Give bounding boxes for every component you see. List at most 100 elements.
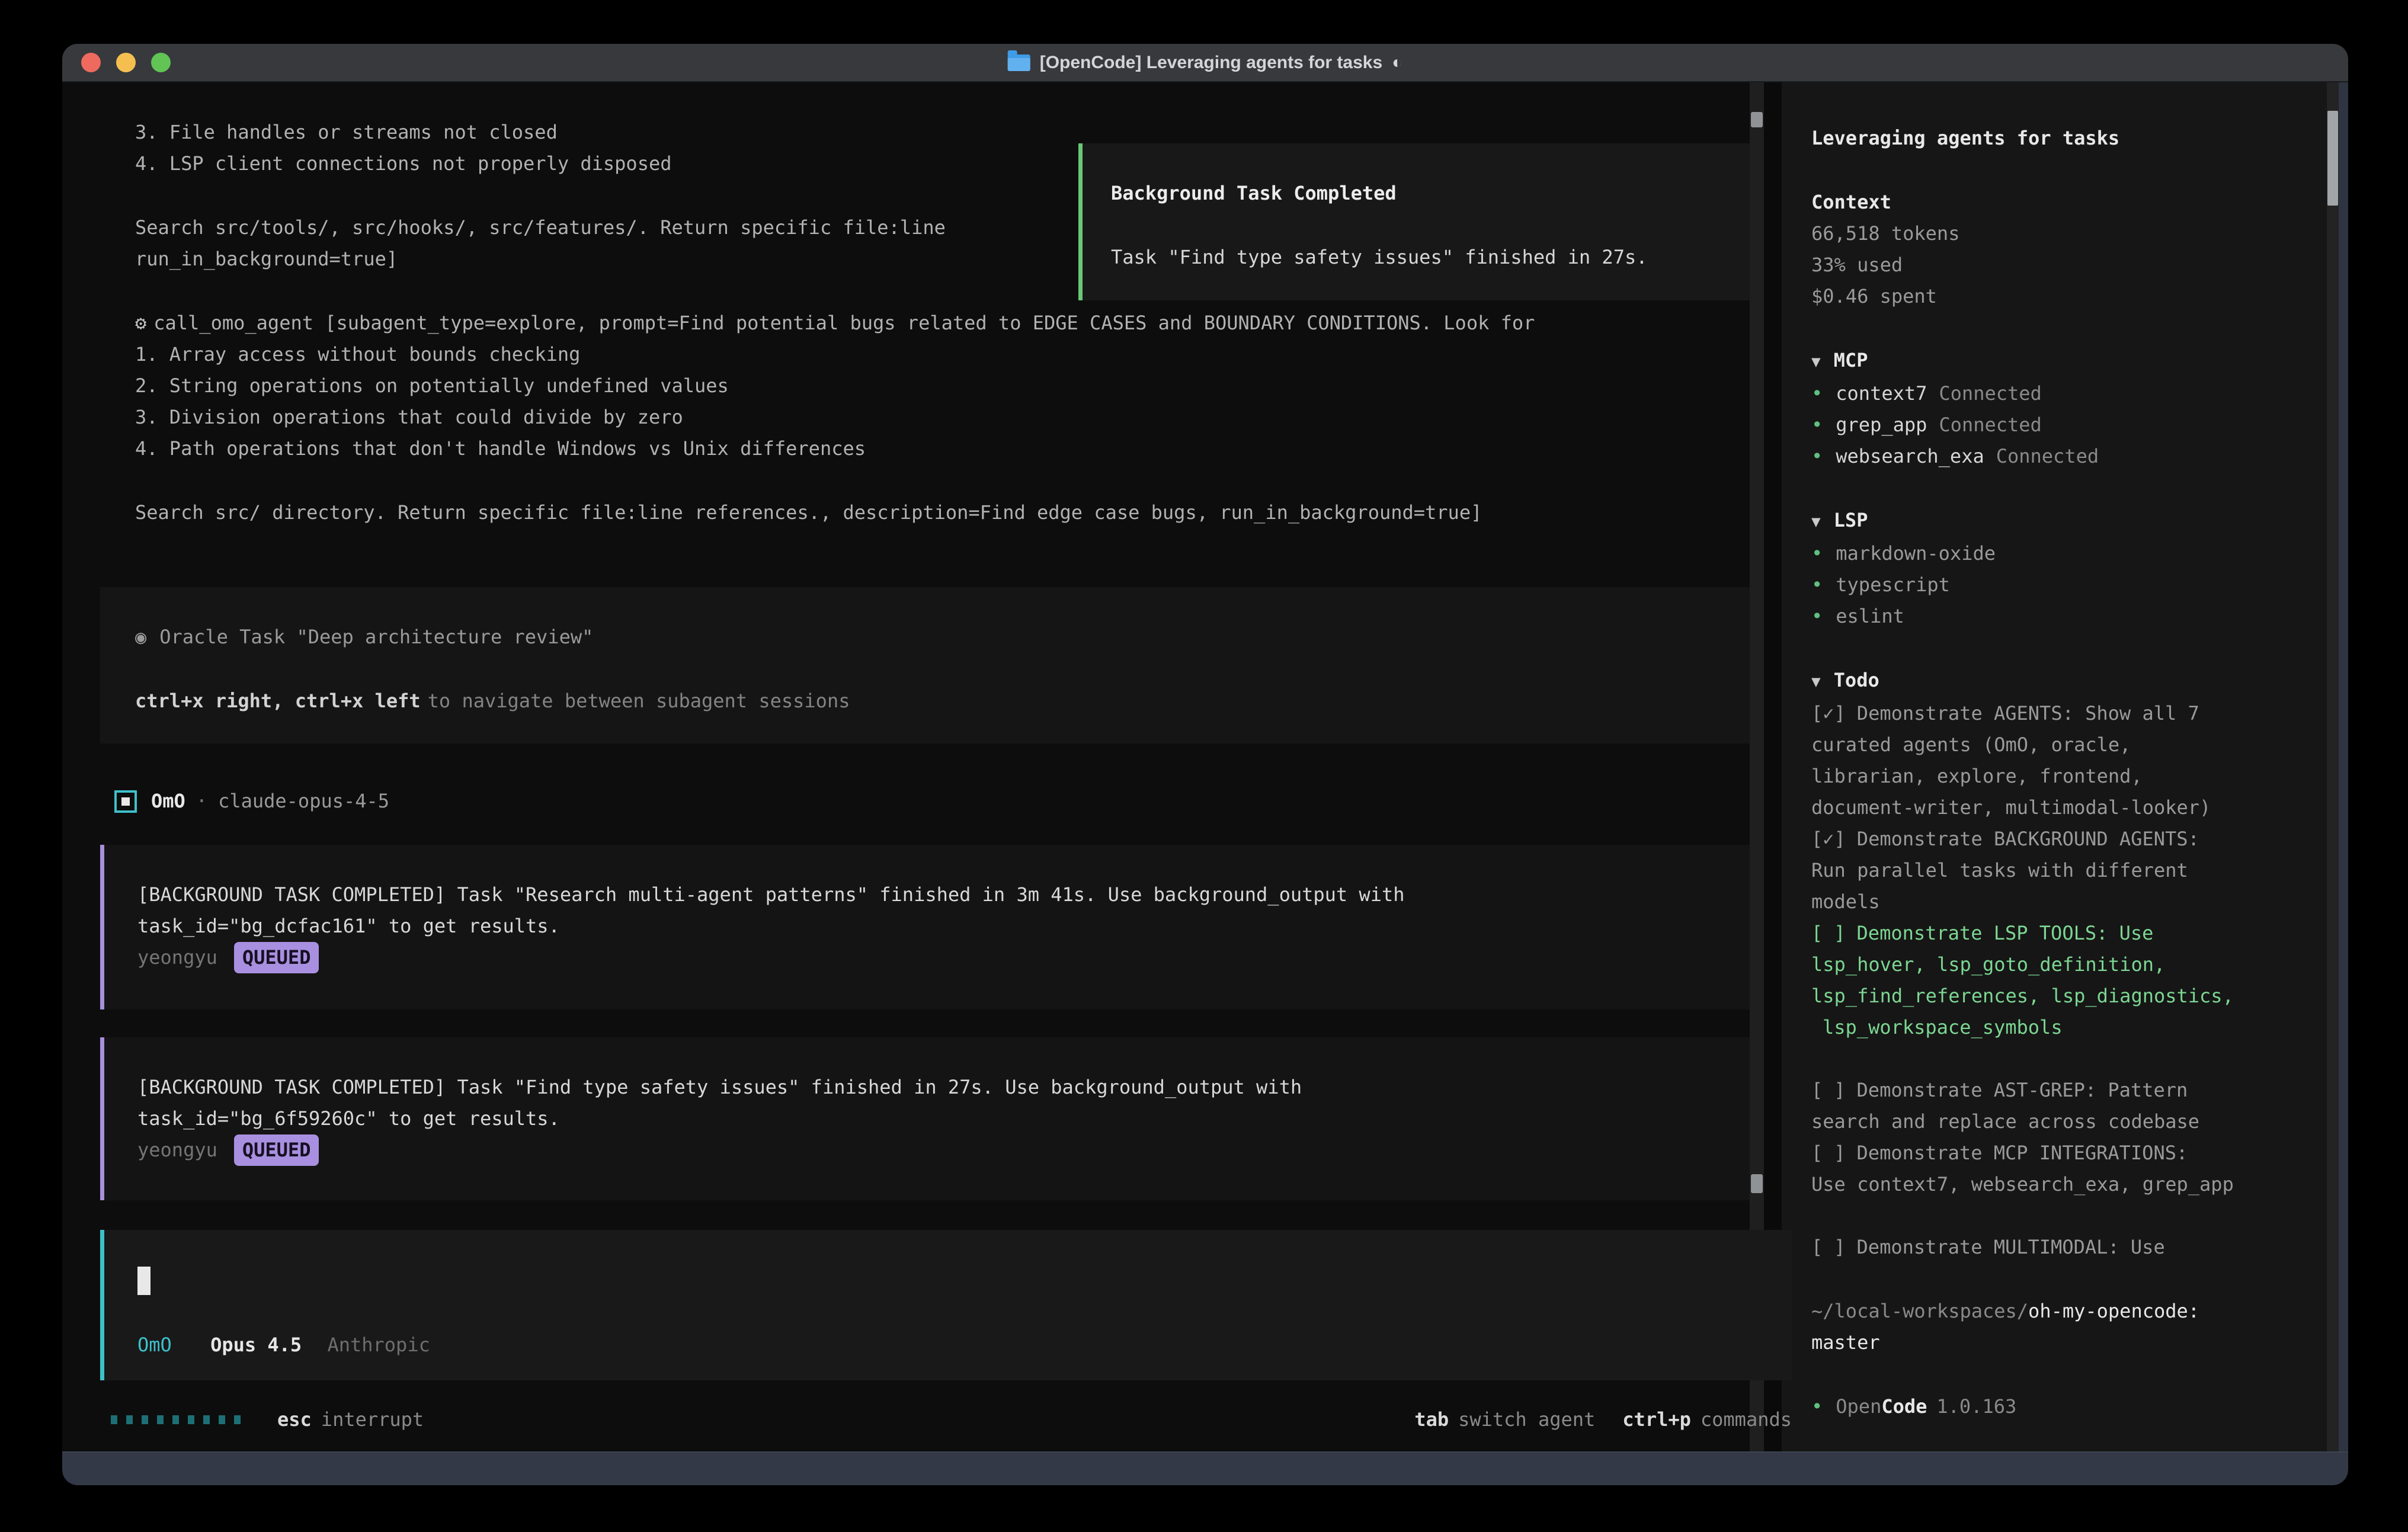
background-task-notification: Background Task Completed Task "Find typ… [1078,143,1750,300]
sidebar-scrollbar-thumb[interactable] [2327,111,2338,206]
queued-message: [BACKGROUND TASK COMPLETED] Task "Find t… [100,1037,1750,1200]
context-spent: $0.46 spent [1811,281,2317,312]
tool-call-item: 3. Division operations that could divide… [135,402,1750,433]
todo-item-line: Use context7, websearch_exa, grep_app [1811,1169,2317,1200]
todo-item-line: models [1811,886,2317,918]
hint-keys: ctrl+x right, ctrl+x left [135,690,421,712]
todo-item-line: curated agents (OmO, oracle, [1811,729,2317,761]
prompt-input[interactable]: OmO Opus 4.5 Anthropic [100,1230,1792,1380]
window-right-edge [2339,82,2348,1451]
workspace-path: ~/local-workspaces/oh-my-opencode: [1811,1296,2317,1327]
scrollbar-thumb-top[interactable] [1751,112,1763,127]
queued-message-line: task_id="bg_dcfac161" to get results. [137,911,1750,942]
titlebar: [OpenCode] Leveraging agents for tasks ◐ [62,44,2348,82]
esc-key-label: interrupt [321,1404,424,1435]
notification-body: Task "Find type safety issues" finished … [1111,242,1750,273]
queued-message: [BACKGROUND TASK COMPLETED] Task "Resear… [100,845,1750,1009]
chevron-down-icon: ▼ [1811,353,1821,371]
ctrlp-key-label: commands [1701,1404,1792,1435]
todo-item-pending: []Demonstrate AST-GREP: Pattern [1811,1075,2317,1106]
agent-icon [114,790,137,813]
mcp-item: •websearch_exaConnected [1811,441,2317,472]
check-icon: ✓ [1823,828,1834,850]
todo-item-line: search and replace across codebase [1811,1106,2317,1137]
active-agent[interactable]: OmO [137,1334,172,1356]
todo-item-current: []Demonstrate LSP TOOLS: Use [1811,918,2317,949]
maximize-button[interactable] [151,53,171,72]
todo-item-pending: []Demonstrate MULTIMODAL: Use [1811,1232,2317,1263]
agent-name: OmO [151,786,185,817]
queued-message-footer: yeongyu QUEUED [137,942,1750,973]
tool-call-line: ⚙ call_omo_agent [subagent_type=explore, … [135,307,1750,339]
queued-message-line: [BACKGROUND TASK COMPLETED] Task "Find t… [137,1072,1750,1103]
user-name: yeongyu [137,946,217,969]
user-name: yeongyu [137,1139,217,1161]
close-button[interactable] [81,53,101,72]
ctrlp-key-hint: ctrl+p [1622,1404,1691,1435]
todo-heading[interactable]: ▼Todo [1811,665,2317,698]
mcp-section: ▼MCP •context7Connected •grep_appConnect… [1811,345,2317,472]
esc-key-hint: esc [277,1404,312,1435]
mcp-heading[interactable]: ▼MCP [1811,345,2317,378]
todo-item-line: Run parallel tasks with different [1811,855,2317,886]
queued-message-footer: yeongyu QUEUED [137,1134,1750,1166]
todo-item-line: document-writer, multimodal-looker) [1811,792,2317,823]
todo-item-line: librarian, explore, frontend, [1811,761,2317,792]
minimize-button[interactable] [116,53,136,72]
lsp-item: •markdown-oxide [1811,538,2317,569]
status-badge: QUEUED [234,1134,319,1166]
subagent-nav-hint: ctrl+x right, ctrl+x left to navigate bet… [135,685,1750,717]
hint-text: to navigate between subagent sessions [428,690,850,712]
model-provider: Anthropic [327,1334,430,1356]
bullet-icon: • [1811,414,1823,436]
lsp-heading[interactable]: ▼LSP [1811,505,2317,538]
context-section: Context 66,518 tokens 33% used $0.46 spe… [1811,187,2317,312]
todo-item-line: lsp_hover, lsp_goto_definition, [1811,949,2317,980]
mcp-item: •grep_appConnected [1811,409,2317,441]
scrollbar-thumb-bottom[interactable] [1751,1174,1763,1193]
tool-call-item: 1. Array access without bounds checking [135,339,1750,370]
agent-model: claude-opus-4-5 [218,786,389,817]
todo-item-done: [✓]Demonstrate BACKGROUND AGENTS: [1811,823,2317,855]
bullet-icon: • [1811,445,1823,467]
chevron-down-icon: ▼ [1811,673,1821,691]
todo-section: ▼Todo [✓]Demonstrate AGENTS: Show all 7 … [1811,665,2317,1263]
tool-call-item: 2. String operations on potentially unde… [135,370,1750,402]
agent-header: OmO · claude-opus-4-5 [114,786,1750,817]
oracle-task-box[interactable]: ◉Oracle Task "Deep architecture review" … [100,587,1750,743]
spinner-dots-icon [111,1415,241,1424]
bullet-icon: • [1811,605,1823,627]
queued-message-line: [BACKGROUND TASK COMPLETED] Task "Resear… [137,879,1750,911]
bullet-icon: • [1811,382,1823,405]
window-bottom-bar [62,1451,2348,1485]
context-heading: Context [1811,187,2317,218]
chevron-down-icon: ▼ [1811,513,1821,531]
workspace-info: ~/local-workspaces/oh-my-opencode: maste… [1811,1296,2317,1358]
tool-call-end: Search src/ directory. Return specific f… [135,497,1750,528]
traffic-lights [62,53,171,72]
bullet-icon: • [1811,542,1823,565]
status-bar: esc interrupt tab switch agent ctrl+p co… [100,1404,1792,1435]
status-badge: QUEUED [234,942,319,973]
separator-dot: · [196,786,207,817]
bullet-icon: • [1811,573,1823,596]
queued-message-line: task_id="bg_6f59260c" to get results. [137,1103,1750,1134]
lsp-section: ▼LSP •markdown-oxide •typescript •eslint [1811,505,2317,632]
app-window: [OpenCode] Leveraging agents for tasks ◐… [62,44,2348,1485]
oracle-icon: ◉ [135,626,146,648]
version-line: •OpenCode1.0.163 [1811,1391,2317,1422]
active-model[interactable]: Opus 4.5 [210,1334,302,1356]
check-icon: ✓ [1823,702,1834,725]
context-tokens: 66,518 tokens [1811,218,2317,249]
todo-item-line: lsp_find_references, lsp_diagnostics, [1811,980,2317,1012]
tab-key-label: switch agent [1458,1404,1595,1435]
oracle-task-label: ◉Oracle Task "Deep architecture review" [135,621,1750,653]
gear-icon: ⚙ [135,312,146,334]
todo-item-done: [✓]Demonstrate AGENTS: Show all 7 [1811,698,2317,729]
tool-call-text: call_omo_agent [subagent_type=explore, p… [153,312,1535,334]
lsp-item: •typescript [1811,569,2317,601]
mcp-item: •context7Connected [1811,378,2317,409]
todo-item-line: lsp_workspace_symbols [1811,1012,2317,1043]
window-title: [OpenCode] Leveraging agents for tasks ◐ [1008,53,1403,73]
sidebar-scrollbar[interactable] [2327,82,2339,1451]
